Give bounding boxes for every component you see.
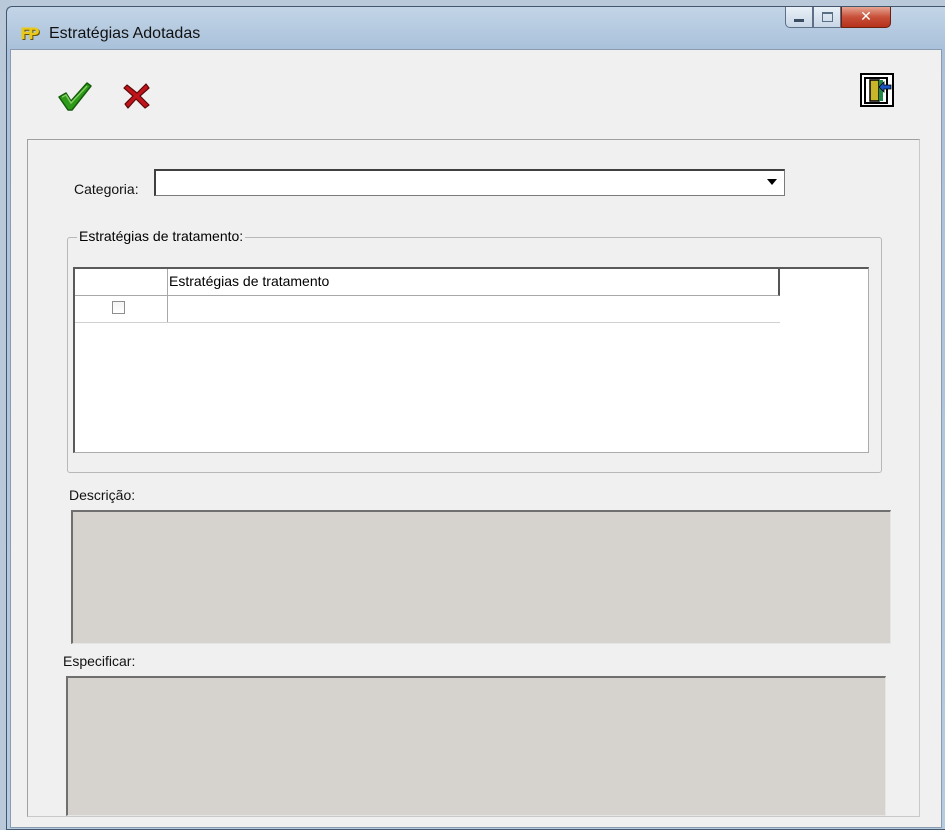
table-row[interactable] bbox=[75, 296, 780, 323]
grid-header-check-column bbox=[75, 269, 168, 295]
descricao-memo bbox=[71, 510, 891, 644]
grid-header: Estratégias de tratamento bbox=[75, 269, 780, 296]
especificar-memo[interactable] bbox=[66, 676, 886, 816]
minimize-button[interactable] bbox=[785, 7, 813, 28]
categoria-select[interactable] bbox=[154, 169, 785, 196]
row-checkbox[interactable] bbox=[112, 301, 125, 314]
estrategias-grid[interactable]: Estratégias de tratamento bbox=[73, 267, 869, 453]
minimize-icon bbox=[794, 18, 804, 22]
toolbar bbox=[11, 50, 941, 136]
especificar-label: Especificar: bbox=[63, 653, 136, 669]
descricao-label: Descrição: bbox=[69, 487, 136, 503]
categoria-label: Categoria: bbox=[74, 181, 139, 197]
close-icon: ✕ bbox=[860, 9, 872, 25]
checkmark-icon bbox=[58, 82, 92, 111]
window-title: Estratégias Adotadas bbox=[49, 25, 201, 42]
close-button[interactable]: ✕ bbox=[841, 7, 891, 28]
client-area: Categoria: Estratégias de tratamento: Es… bbox=[10, 49, 942, 828]
grid-check-cell bbox=[75, 296, 168, 322]
exit-door-icon bbox=[864, 77, 892, 104]
maximize-button[interactable] bbox=[813, 7, 841, 28]
dropdown-arrow-button[interactable] bbox=[762, 172, 782, 192]
app-logo-icon: FP bbox=[20, 24, 40, 43]
confirm-button[interactable] bbox=[57, 80, 93, 112]
x-mark-icon bbox=[123, 83, 150, 109]
chevron-down-icon bbox=[767, 179, 777, 185]
exit-button[interactable] bbox=[860, 73, 894, 107]
window: FP Estratégias Adotadas ✕ Categoria: Est… bbox=[6, 6, 945, 830]
maximize-icon bbox=[821, 12, 833, 22]
cancel-button[interactable] bbox=[123, 82, 151, 110]
grid-header-estrategias[interactable]: Estratégias de tratamento bbox=[169, 273, 329, 289]
estrategias-group-title: Estratégias de tratamento: bbox=[77, 228, 246, 244]
